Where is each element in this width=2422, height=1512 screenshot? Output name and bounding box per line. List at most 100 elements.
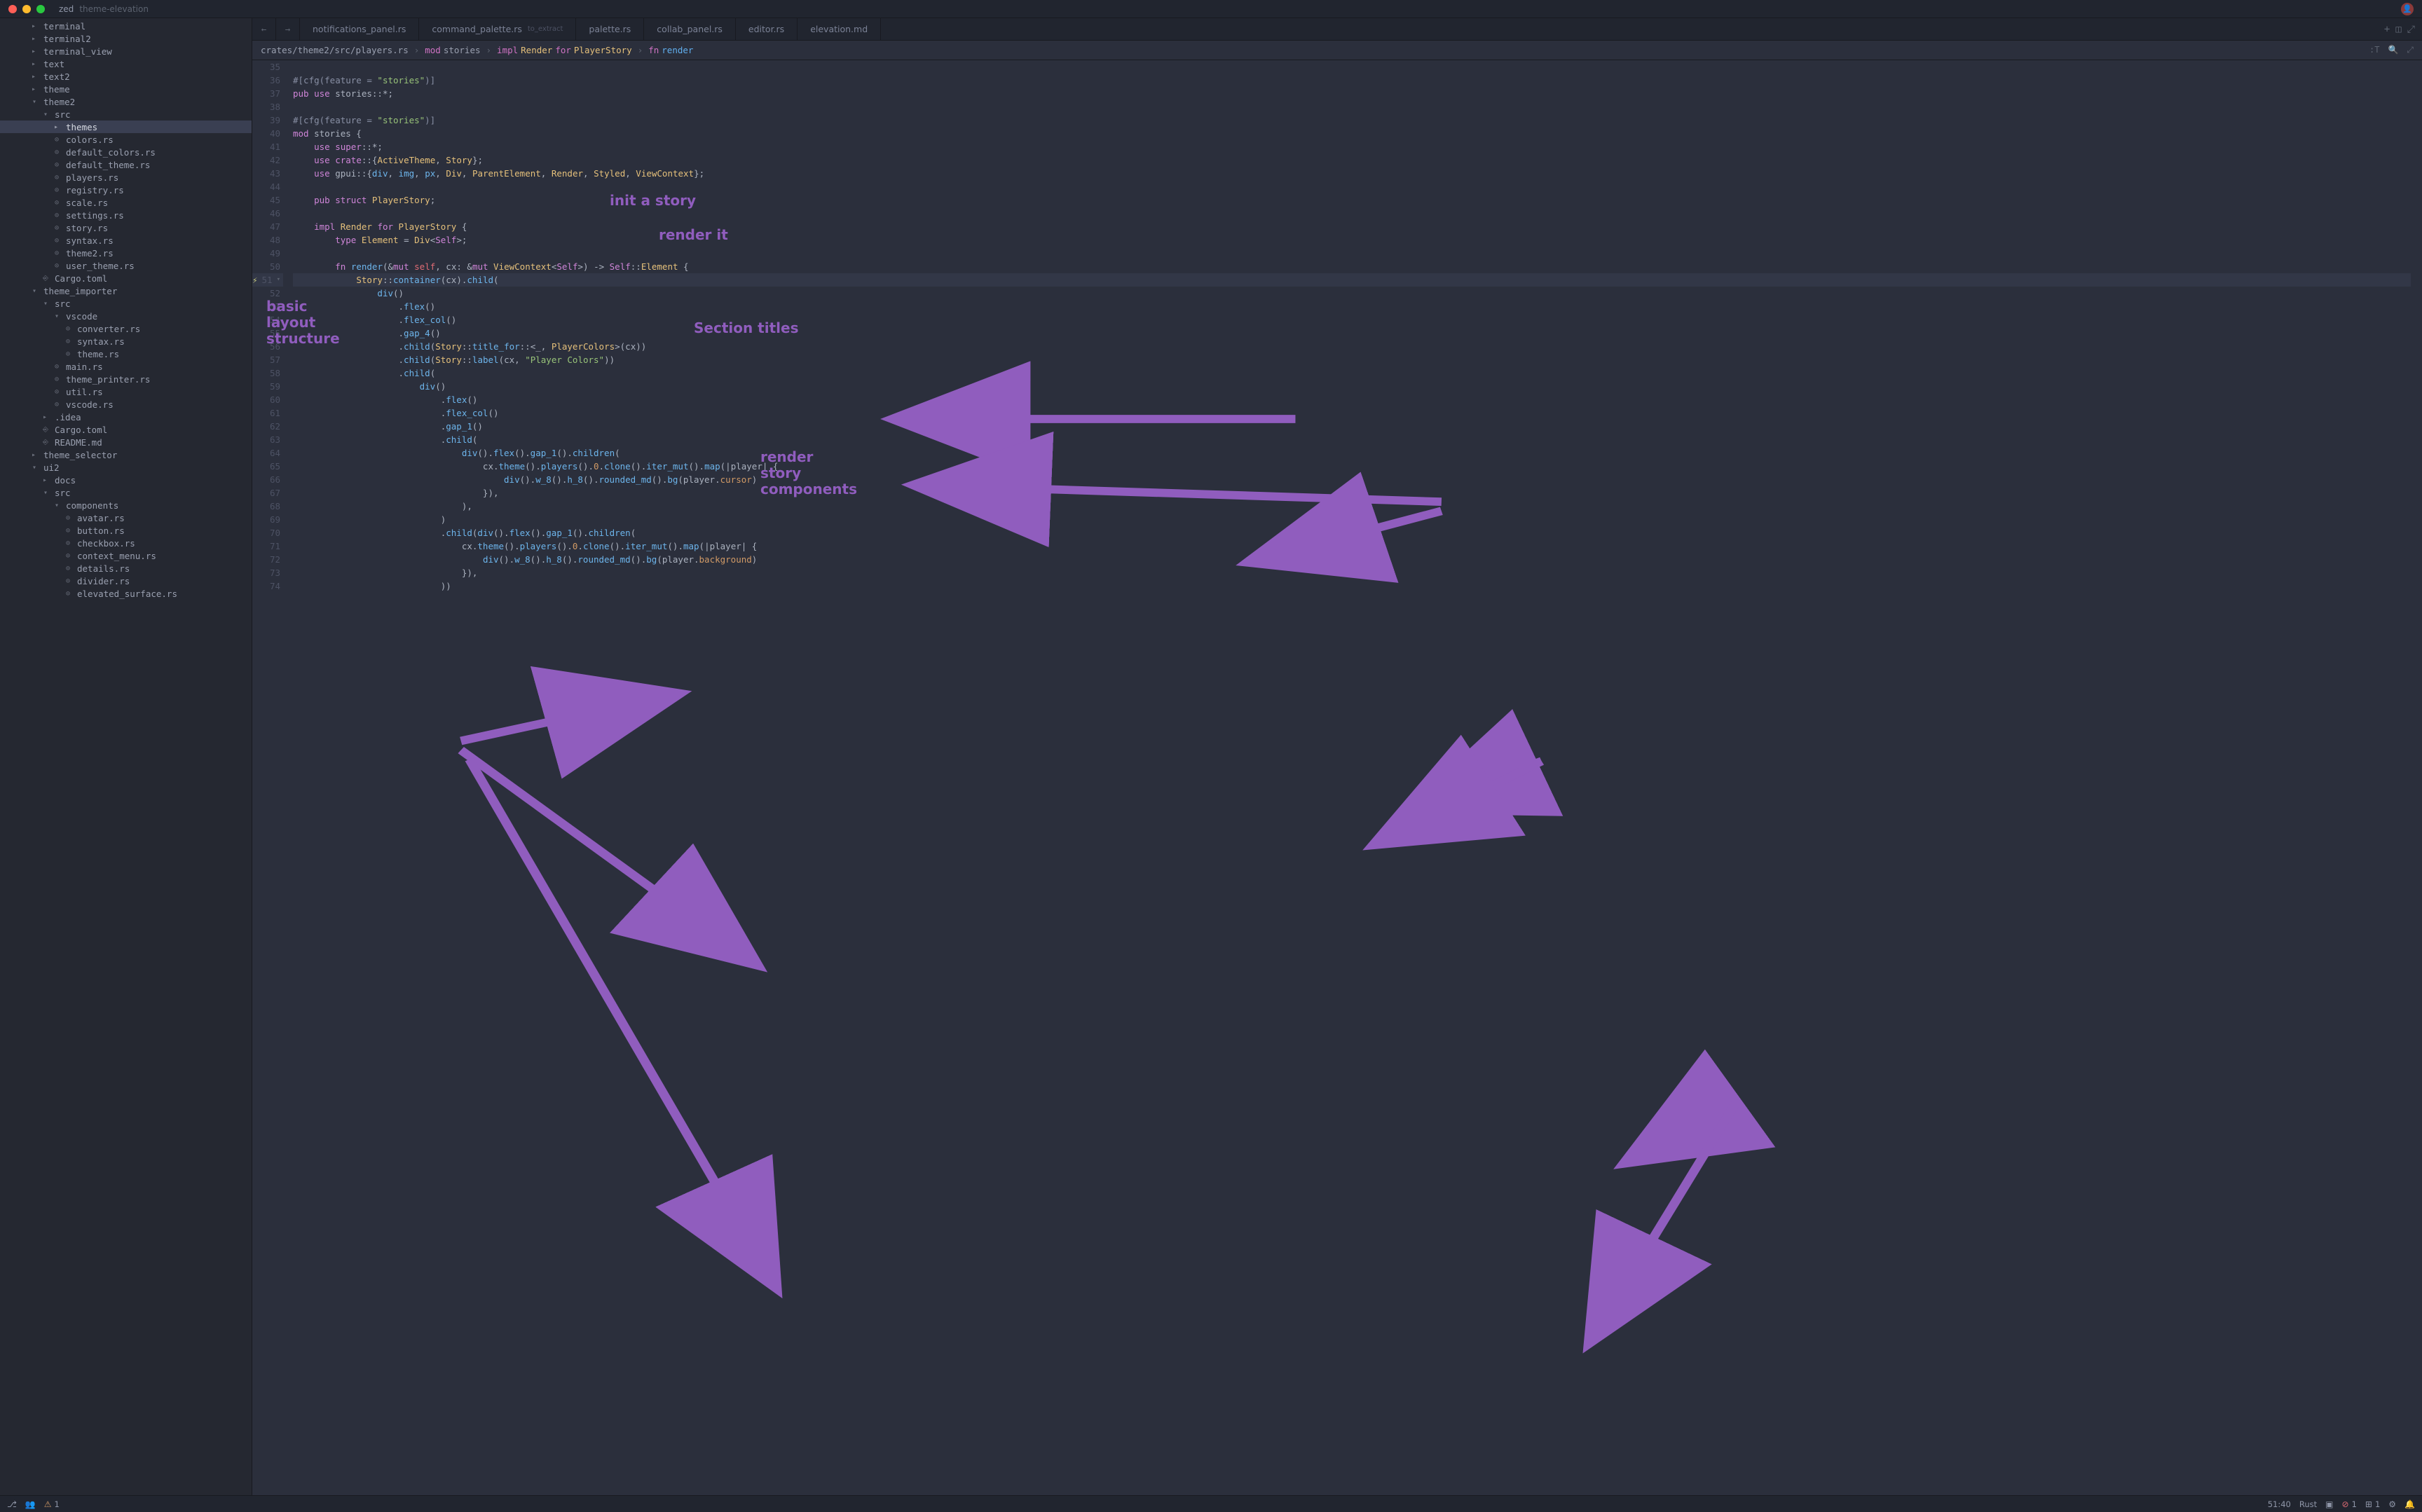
tree-row[interactable]: ⊙button.rs (0, 524, 252, 537)
branch-name[interactable]: theme-elevation (79, 4, 149, 14)
split-pane-button[interactable]: ◫ (2395, 24, 2401, 35)
code-line[interactable] (293, 207, 2411, 220)
code-line[interactable]: ), (293, 500, 2411, 513)
tree-row[interactable]: ▸ terminal2 (0, 32, 252, 45)
code-line[interactable]: ) (293, 513, 2411, 526)
inlay-hints-toggle[interactable]: :T (2369, 45, 2379, 55)
tree-row[interactable]: ▾ theme2 (0, 95, 252, 108)
tree-row[interactable]: ▾ theme_importer (0, 284, 252, 297)
code-line[interactable]: .child(Story::label(cx, "Player Colors")… (293, 353, 2411, 366)
gutter-line[interactable]: 67 (252, 486, 283, 500)
expand-icon[interactable]: ⤢ (2407, 45, 2414, 55)
code-line[interactable]: .gap_4() (293, 327, 2411, 340)
tree-row[interactable]: ⊙util.rs (0, 385, 252, 398)
sb-collab-icon[interactable]: 👥 (25, 1499, 36, 1509)
tree-row[interactable]: ⊙syntax.rs (0, 234, 252, 247)
tree-row[interactable]: ⊙checkbox.rs (0, 537, 252, 549)
tree-row[interactable]: ⊙details.rs (0, 562, 252, 575)
gutter-line[interactable]: 38 (252, 100, 283, 114)
gutter-line[interactable]: 66 (252, 473, 283, 486)
cursor-position[interactable]: 51:40 (2268, 1499, 2291, 1509)
gutter-line[interactable]: 43 (252, 167, 283, 180)
code-line[interactable]: use gpui::{div, img, px, Div, ParentElem… (293, 167, 2411, 180)
tree-row[interactable]: ⊙context_menu.rs (0, 549, 252, 562)
code-line[interactable]: cx.theme().players().0.clone().iter_mut(… (293, 460, 2411, 473)
sb-diag-warn[interactable]: ⊞ 1 (2365, 1499, 2380, 1509)
code-line[interactable] (293, 100, 2411, 114)
code-line[interactable]: pub use stories::*; (293, 87, 2411, 100)
code-line[interactable]: div() (293, 380, 2411, 393)
tree-row[interactable]: ▸ terminal (0, 20, 252, 32)
code-line[interactable]: Story::container(cx).child( (293, 273, 2411, 287)
tree-row[interactable]: ⊙theme.rs (0, 348, 252, 360)
sb-bell-icon[interactable]: 🔔 (2404, 1499, 2415, 1509)
tree-row[interactable]: ▾ components (0, 499, 252, 511)
code-line[interactable]: use super::*; (293, 140, 2411, 153)
tree-row[interactable]: ▾ ui2 (0, 461, 252, 474)
code-line[interactable]: use crate::{ActiveTheme, Story}; (293, 153, 2411, 167)
gutter-line[interactable]: 58 (252, 366, 283, 380)
tree-row[interactable]: ⊙default_colors.rs (0, 146, 252, 158)
new-tab-button[interactable]: + (2384, 24, 2390, 35)
tree-row[interactable]: ⊙elevated_surface.rs (0, 587, 252, 600)
gutter-line[interactable]: 65 (252, 460, 283, 473)
code-line[interactable]: pub struct PlayerStory; (293, 193, 2411, 207)
gutter-line[interactable]: 44 (252, 180, 283, 193)
gutter-line[interactable]: 62 (252, 420, 283, 433)
tree-row[interactable]: ⎆README.md (0, 436, 252, 448)
sb-terminal-icon[interactable]: ▣ (2325, 1499, 2333, 1509)
code-line[interactable]: #[cfg(feature = "stories")] (293, 74, 2411, 87)
tree-row[interactable]: ▸ terminal_view (0, 45, 252, 57)
code-line[interactable]: .child( (293, 433, 2411, 446)
gutter-line[interactable]: 70 (252, 526, 283, 539)
gutter-line[interactable]: 48 (252, 233, 283, 247)
tree-row[interactable]: ⊙default_theme.rs (0, 158, 252, 171)
code-line[interactable]: div().w_8().h_8().rounded_md().bg(player… (293, 473, 2411, 486)
gutter-line[interactable]: 57 (252, 353, 283, 366)
gutter-line[interactable]: 52 (252, 287, 283, 300)
tree-row[interactable]: ⊙vscode.rs (0, 398, 252, 411)
code-line[interactable]: div().w_8().h_8().rounded_md().bg(player… (293, 553, 2411, 566)
gutter-line[interactable]: 46 (252, 207, 283, 220)
gutter-line[interactable]: 47 (252, 220, 283, 233)
gutter-line[interactable]: 37 (252, 87, 283, 100)
code-line[interactable]: mod stories { (293, 127, 2411, 140)
tab[interactable]: collab_panel.rs (644, 18, 736, 40)
editor-content[interactable]: 35363738394041424344454647484950⚡51▾5253… (252, 60, 2422, 1495)
tree-row[interactable]: ⊙theme_printer.rs (0, 373, 252, 385)
code-line[interactable]: .child(Story::title_for::<_, PlayerColor… (293, 340, 2411, 353)
tree-row[interactable]: ▸ text2 (0, 70, 252, 83)
tab[interactable]: elevation.md (798, 18, 881, 40)
language-mode[interactable]: Rust (2299, 1499, 2317, 1509)
gutter-line[interactable]: 50 (252, 260, 283, 273)
gutter-line[interactable]: 60 (252, 393, 283, 406)
tree-row[interactable]: ▸ .idea (0, 411, 252, 423)
code-line[interactable]: .flex_col() (293, 313, 2411, 327)
expand-pane-button[interactable]: ⤢ (2407, 24, 2415, 35)
code-action-icon[interactable]: ⚡ (252, 273, 258, 287)
tree-row[interactable]: ▾ vscode (0, 310, 252, 322)
tree-row[interactable]: ⊙scale.rs (0, 196, 252, 209)
tree-row[interactable]: ▸ docs (0, 474, 252, 486)
gutter-line[interactable]: 41 (252, 140, 283, 153)
tree-row[interactable]: ⊙story.rs (0, 221, 252, 234)
breadcrumb[interactable]: crates/theme2/src/players.rs › mod stori… (252, 41, 2422, 60)
sb-branch-icon[interactable]: ⎇ (7, 1499, 17, 1509)
gutter-line[interactable]: 73 (252, 566, 283, 579)
tree-row[interactable]: ▸ text (0, 57, 252, 70)
gutter-line[interactable]: 53 (252, 300, 283, 313)
code-line[interactable]: cx.theme().players().0.clone().iter_mut(… (293, 539, 2411, 553)
tab[interactable]: notifications_panel.rs (300, 18, 419, 40)
tree-row[interactable]: ⎆Cargo.toml (0, 423, 252, 436)
code-line[interactable] (293, 247, 2411, 260)
code-line[interactable]: div() (293, 287, 2411, 300)
tree-row[interactable]: ⊙avatar.rs (0, 511, 252, 524)
tree-row[interactable]: ▸ theme_selector (0, 448, 252, 461)
code-line[interactable] (293, 180, 2411, 193)
code-line[interactable]: .child( (293, 366, 2411, 380)
gutter-line[interactable]: 56 (252, 340, 283, 353)
gutter-line[interactable]: 55 (252, 327, 283, 340)
code-line[interactable]: }), (293, 486, 2411, 500)
gutter-line[interactable]: 54 (252, 313, 283, 327)
gutter-line[interactable]: 69 (252, 513, 283, 526)
